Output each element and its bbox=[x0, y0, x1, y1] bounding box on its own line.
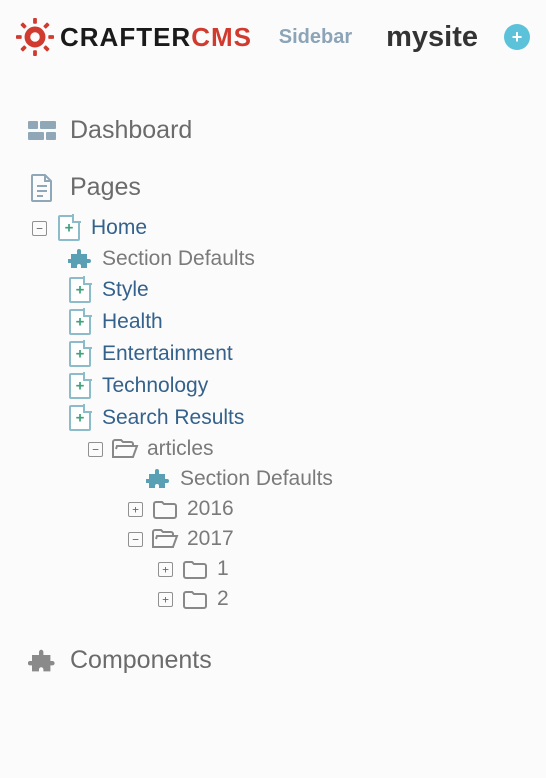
nav-pages-label: Pages bbox=[70, 173, 141, 202]
tree-label: articles bbox=[147, 437, 214, 461]
tree-label: 2017 bbox=[187, 527, 234, 551]
logo-text-suffix: CMS bbox=[191, 22, 252, 53]
page-new-icon bbox=[69, 309, 91, 335]
component-icon bbox=[28, 649, 56, 673]
tree-label: Home bbox=[91, 216, 147, 240]
folder-open-icon bbox=[111, 438, 139, 460]
collapse-icon[interactable]: − bbox=[88, 442, 103, 457]
tree-item-home[interactable]: − Home bbox=[28, 212, 530, 244]
tree-label: Style bbox=[102, 278, 149, 302]
tree-label: Entertainment bbox=[102, 342, 233, 366]
component-icon bbox=[144, 469, 172, 489]
tree-label: Section Defaults bbox=[102, 247, 255, 271]
nav-dashboard-label: Dashboard bbox=[70, 116, 192, 145]
gear-icon bbox=[16, 18, 54, 56]
tree-item-entertainment[interactable]: Entertainment bbox=[28, 338, 530, 370]
logo: CRAFTERCMS bbox=[16, 18, 252, 56]
nav-components-label: Components bbox=[70, 646, 212, 675]
tree-label: 1 bbox=[217, 557, 229, 581]
page-new-icon bbox=[58, 215, 80, 241]
collapse-icon[interactable]: − bbox=[128, 532, 143, 547]
tree-item-section-defaults[interactable]: Section Defaults bbox=[28, 244, 530, 274]
folder-closed-icon bbox=[151, 499, 179, 519]
tree-item-technology[interactable]: Technology bbox=[28, 370, 530, 402]
tree-label: Section Defaults bbox=[180, 467, 333, 491]
nav-components[interactable]: Components bbox=[28, 640, 530, 685]
document-icon bbox=[28, 174, 56, 202]
logo-text-main: CRAFTER bbox=[60, 22, 191, 53]
tree-item-style[interactable]: Style bbox=[28, 274, 530, 306]
logo-text: CRAFTERCMS bbox=[60, 22, 252, 53]
tree-label: Search Results bbox=[102, 406, 244, 430]
tree-item-articles-section-defaults[interactable]: Section Defaults bbox=[28, 464, 530, 494]
tree-label: 2 bbox=[217, 587, 229, 611]
pages-tree: − Home Section Defaults Style Health Ent… bbox=[28, 212, 530, 614]
add-button[interactable]: + bbox=[504, 24, 530, 50]
nav-pages[interactable]: Pages bbox=[28, 155, 530, 212]
tree-item-health[interactable]: Health bbox=[28, 306, 530, 338]
site-name[interactable]: mysite bbox=[386, 21, 478, 54]
expand-icon[interactable]: + bbox=[128, 502, 143, 517]
sidebar-nav: Dashboard Pages − Home Section Default bbox=[0, 66, 546, 695]
tree-item-month-1[interactable]: + 1 bbox=[28, 554, 530, 584]
tree-item-2017[interactable]: − 2017 bbox=[28, 524, 530, 554]
page-new-icon bbox=[69, 341, 91, 367]
tree-item-search-results[interactable]: Search Results bbox=[28, 402, 530, 434]
tree-item-2016[interactable]: + 2016 bbox=[28, 494, 530, 524]
folder-closed-icon bbox=[181, 589, 209, 609]
plus-icon: + bbox=[512, 27, 523, 48]
page-new-icon bbox=[69, 373, 91, 399]
expand-icon[interactable]: + bbox=[158, 592, 173, 607]
nav-dashboard[interactable]: Dashboard bbox=[28, 110, 530, 155]
expand-icon[interactable]: + bbox=[158, 562, 173, 577]
tree-label: 2016 bbox=[187, 497, 234, 521]
tree-label: Health bbox=[102, 310, 163, 334]
dashboard-icon bbox=[28, 120, 56, 142]
component-icon bbox=[66, 249, 94, 269]
page-new-icon bbox=[69, 405, 91, 431]
page-new-icon bbox=[69, 277, 91, 303]
sidebar-toggle[interactable]: Sidebar bbox=[279, 26, 352, 49]
folder-open-icon bbox=[151, 528, 179, 550]
tree-label: Technology bbox=[102, 374, 208, 398]
collapse-icon[interactable]: − bbox=[32, 221, 47, 236]
tree-item-articles[interactable]: − articles bbox=[28, 434, 530, 464]
tree-item-month-2[interactable]: + 2 bbox=[28, 584, 530, 614]
app-header: CRAFTERCMS Sidebar mysite + bbox=[0, 0, 546, 66]
folder-closed-icon bbox=[181, 559, 209, 579]
